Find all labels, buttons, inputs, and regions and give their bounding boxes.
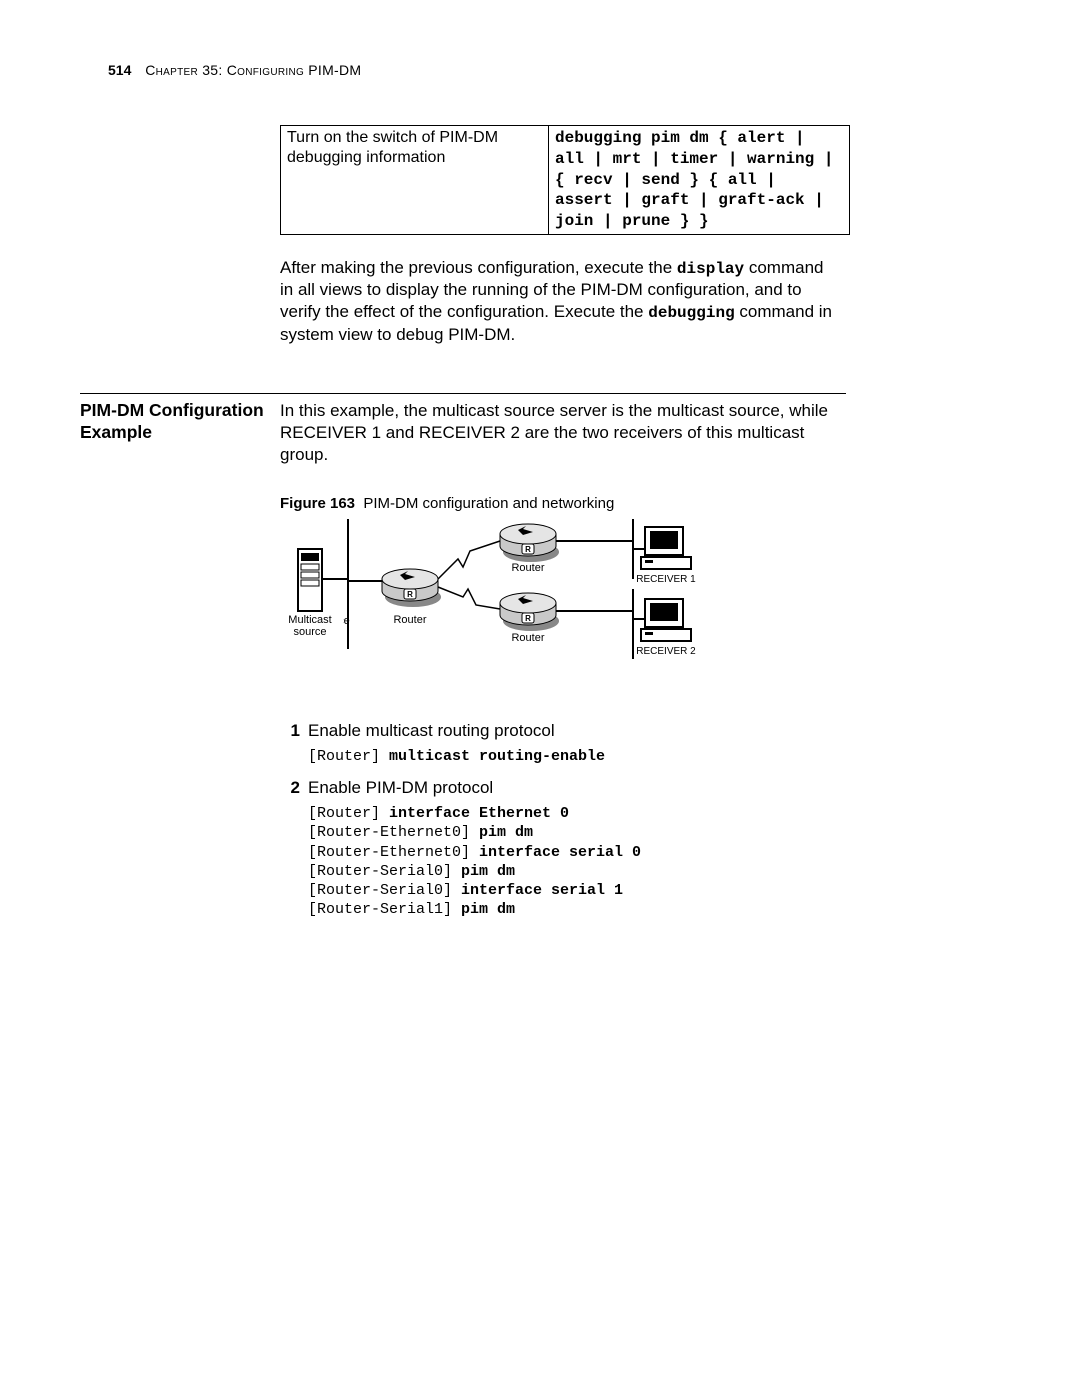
label-router: Router <box>511 632 544 644</box>
section-row: PIM-DM Configuration Example In this exa… <box>80 400 1000 919</box>
content-area: Turn on the switch of PIM-DM debugging i… <box>280 125 1000 919</box>
step-list: 1 Enable multicast routing protocol [Rou… <box>280 720 846 920</box>
svg-text:R: R <box>525 614 531 623</box>
page-number: 514 <box>108 62 131 78</box>
command-block: [Router] multicast routing-enable <box>308 747 846 766</box>
section-divider <box>80 393 846 394</box>
router-icon: R <box>500 593 556 625</box>
figure-caption: Figure 163 PIM-DM configuration and netw… <box>280 494 846 513</box>
table-row-command: debugging pim dm { alert | all | mrt | t… <box>549 126 850 235</box>
figure-diagram: Multicast source <box>288 519 846 700</box>
section-heading: PIM-DM Configuration Example <box>80 400 280 919</box>
command-block: [Router] interface Ethernet 0 [Router-Et… <box>308 804 846 919</box>
pc-icon <box>641 599 691 641</box>
section-body: In this example, the multicast source se… <box>280 400 846 919</box>
svg-text:source: source <box>293 626 326 638</box>
inline-cmd-display: display <box>677 260 744 278</box>
page: 514 Chapter 35: Configuring PIM-DM Turn … <box>0 0 1080 1397</box>
section-intro: In this example, the multicast source se… <box>280 400 846 465</box>
svg-text:Multicast: Multicast <box>288 614 331 626</box>
inline-cmd-debugging: debugging <box>648 304 734 322</box>
label-router: Router <box>393 614 426 626</box>
router-icon: R <box>500 524 556 556</box>
label-router: Router <box>511 562 544 574</box>
svg-text:R: R <box>407 590 413 599</box>
pc-icon <box>641 527 691 569</box>
page-header: 514 Chapter 35: Configuring PIM-DM <box>108 62 361 80</box>
label-receiver-2: RECEIVER 2 <box>636 646 696 657</box>
table-row-desc: Turn on the switch of PIM-DM debugging i… <box>281 126 549 235</box>
router-icon: R <box>382 569 438 601</box>
label-receiver-1: RECEIVER 1 <box>636 574 696 585</box>
chapter-title: Chapter 35: Configuring PIM-DM <box>145 62 361 78</box>
step-item: 2 Enable PIM-DM protocol <box>280 777 846 799</box>
svg-text:R: R <box>525 545 531 554</box>
paragraph-after-table: After making the previous configuration,… <box>280 257 840 345</box>
command-table: Turn on the switch of PIM-DM debugging i… <box>280 125 850 235</box>
step-item: 1 Enable multicast routing protocol <box>280 720 846 742</box>
